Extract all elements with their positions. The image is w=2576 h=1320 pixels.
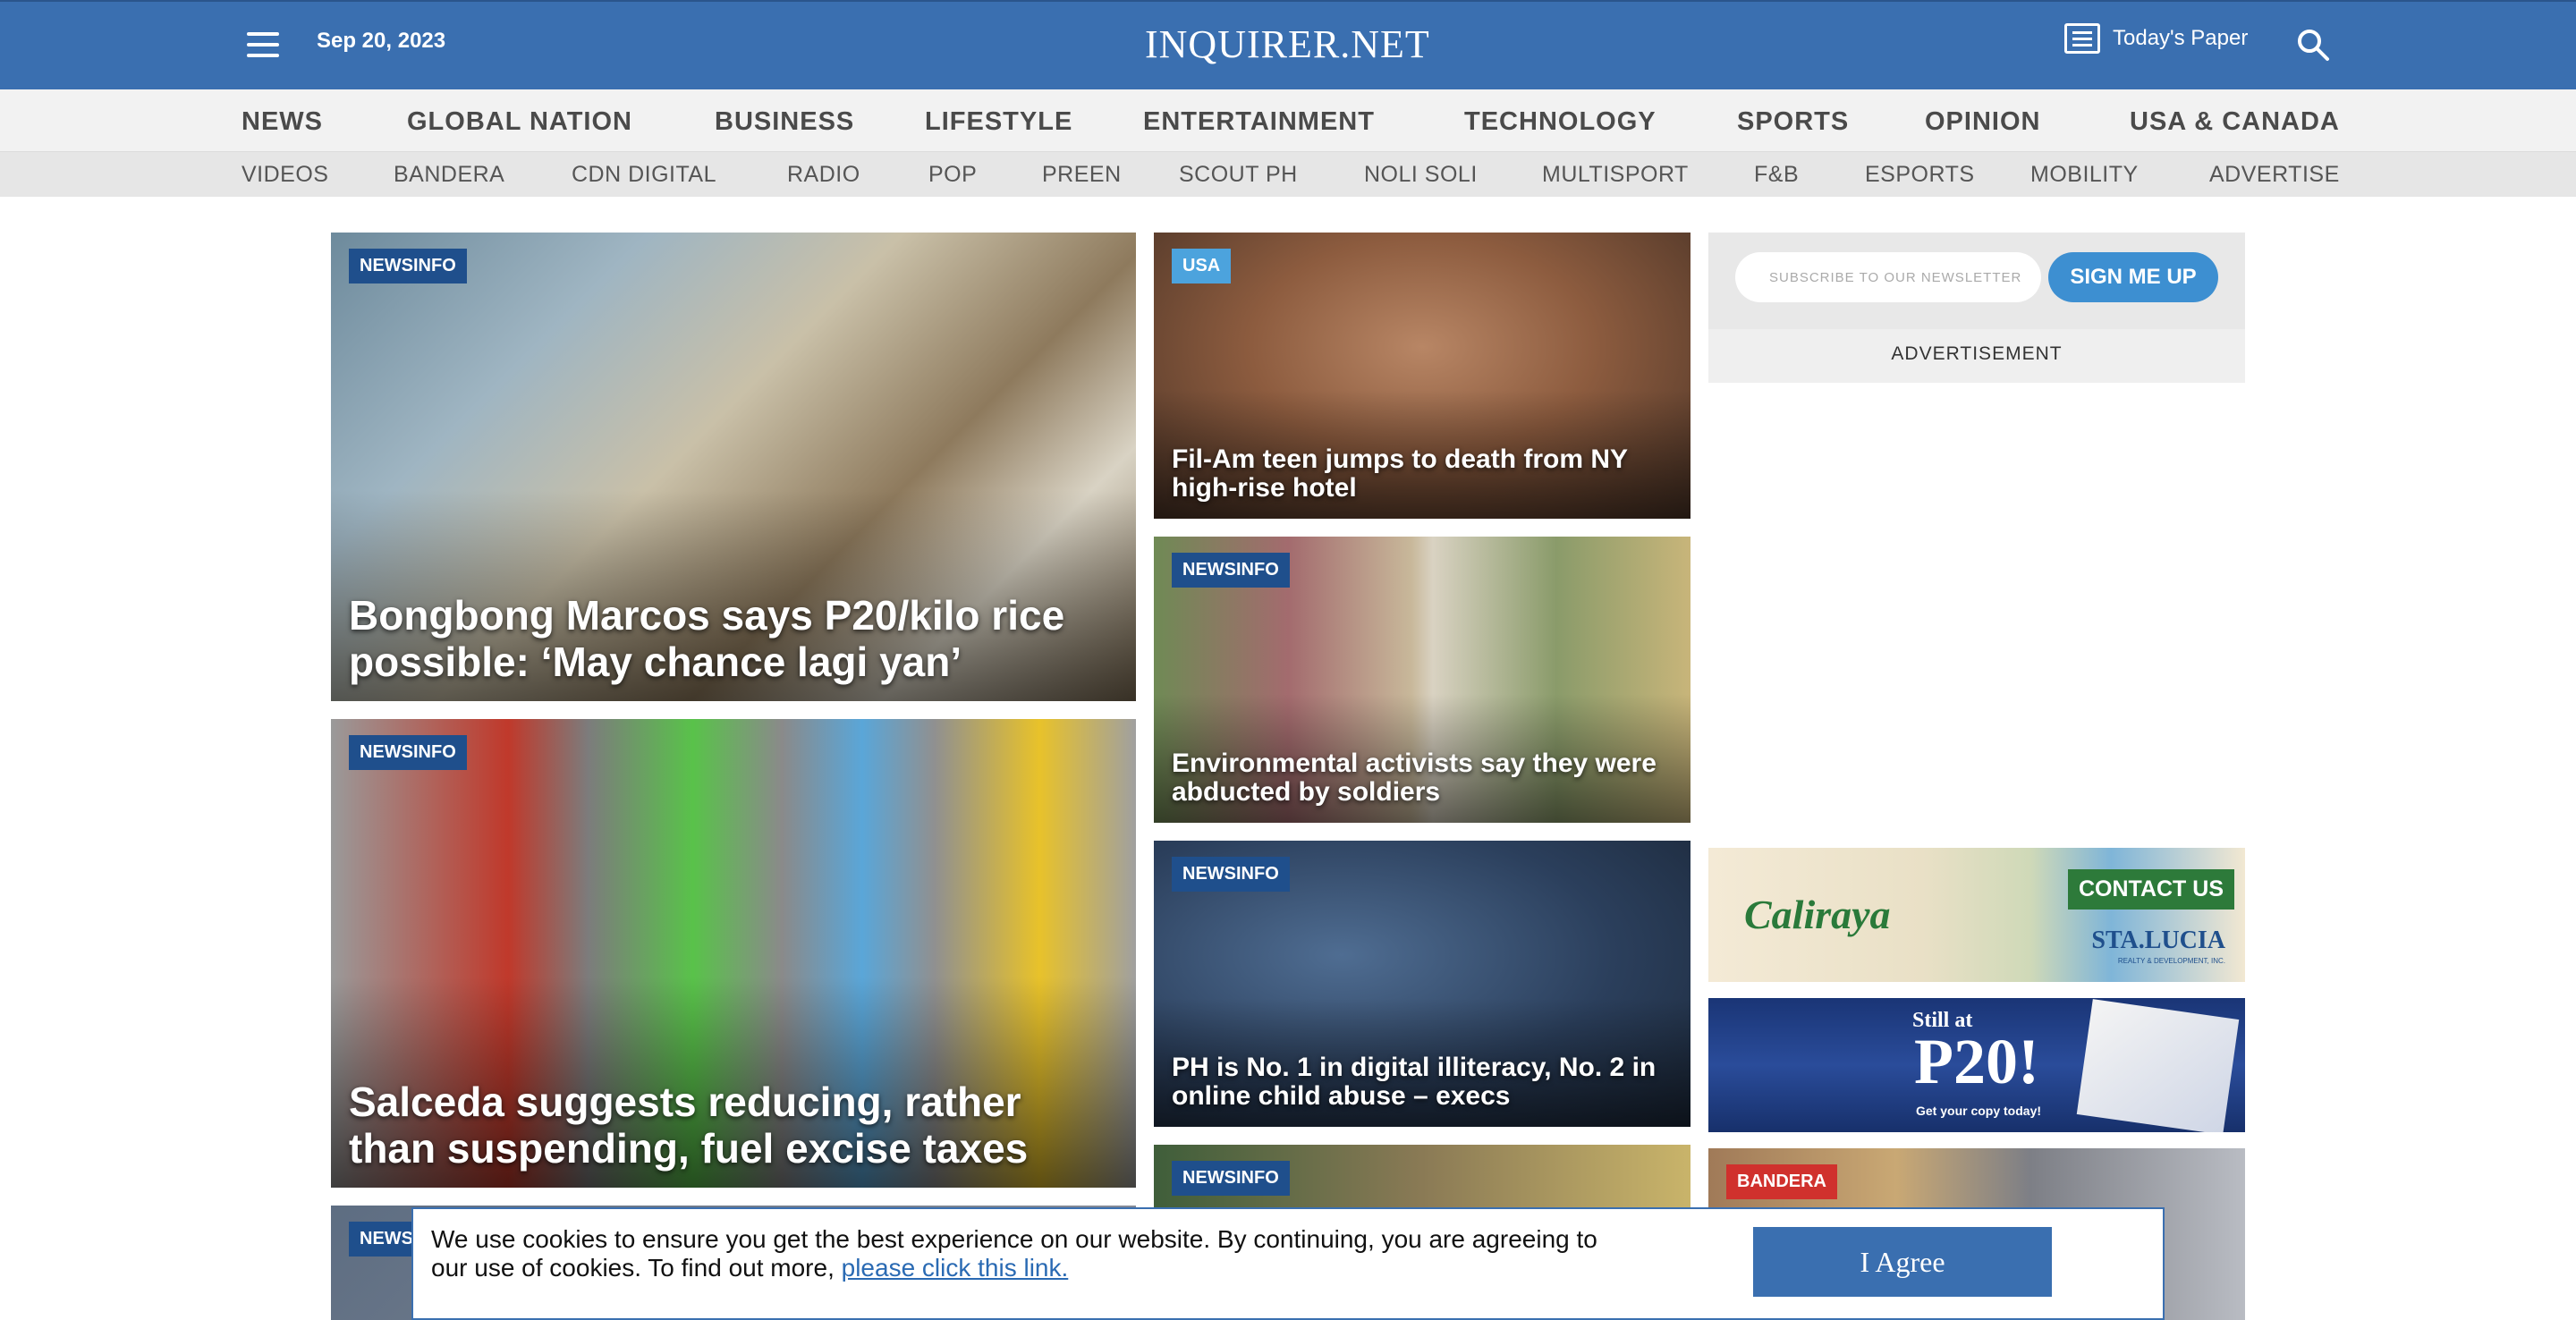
header-date: Sep 20, 2023 (317, 29, 446, 53)
story-badge[interactable]: NEWSINFO (349, 735, 467, 770)
story-badge[interactable]: NEWSINFO (1172, 553, 1290, 588)
advertisement-label: ADVERTISEMENT (1708, 329, 2245, 383)
subnav-noli-soli[interactable]: NOLI SOLI (1364, 162, 1478, 188)
nav-sports[interactable]: SPORTS (1737, 107, 1849, 137)
subnav-multisport[interactable]: MULTISPORT (1542, 162, 1689, 188)
subnav-fb[interactable]: F&B (1754, 162, 1799, 188)
nav-news[interactable]: NEWS (242, 107, 323, 137)
story-badge[interactable]: NEWSINFO (1172, 1161, 1290, 1196)
newspaper-icon (2064, 23, 2100, 54)
main-nav: NEWS GLOBAL NATION BUSINESS LIFESTYLE EN… (0, 89, 2576, 152)
story-headline[interactable]: Fil-Am teen jumps to death from NY high-… (1172, 445, 1669, 503)
subnav-bandera[interactable]: BANDERA (394, 162, 504, 188)
todays-paper-link[interactable]: Today's Paper (2064, 23, 2248, 54)
ad-brand-logo: Caliraya (1744, 892, 1891, 937)
i-agree-button[interactable]: I Agree (1753, 1227, 2052, 1297)
story-card-filam-teen[interactable]: USA Fil-Am teen jumps to death from NY h… (1154, 233, 1690, 519)
ad-newspaper-image (2076, 999, 2240, 1132)
story-badge[interactable]: NEWSINFO (1172, 857, 1290, 892)
todays-paper-label: Today's Paper (2113, 26, 2249, 50)
story-headline[interactable]: Salceda suggests reducing, rather than s… (349, 1079, 1114, 1172)
newsletter-box: SIGN ME UP ADVERTISEMENT (1708, 233, 2245, 383)
cookie-message: We use cookies to ensure you get the bes… (431, 1225, 1630, 1282)
subnav-cdn-digital[interactable]: CDN DIGITAL (572, 162, 716, 188)
story-badge[interactable]: NEWSINFO (349, 249, 467, 283)
story-headline[interactable]: Environmental activists say they were ab… (1172, 749, 1669, 807)
hamburger-menu-icon[interactable] (247, 32, 279, 57)
ad-company-sub: REALTY & DEVELOPMENT, INC. (2117, 957, 2225, 965)
story-headline[interactable]: Bongbong Marcos says P20/kilo rice possi… (349, 592, 1114, 685)
cookie-info-link[interactable]: please click this link. (842, 1254, 1069, 1282)
subnav-scout-ph[interactable]: SCOUT PH (1179, 162, 1298, 188)
story-badge[interactable]: BANDERA (1726, 1164, 1837, 1199)
subnav-pop[interactable]: POP (928, 162, 977, 188)
nav-business[interactable]: BUSINESS (715, 107, 854, 137)
story-badge[interactable]: USA (1172, 249, 1232, 283)
nav-global-nation[interactable]: GLOBAL NATION (407, 107, 632, 137)
ad-price: P20! (1914, 1026, 2039, 1097)
nav-technology[interactable]: TECHNOLOGY (1464, 107, 1657, 137)
top-bar: Sep 20, 2023 INQUIRER.NET Today's Paper (0, 0, 2576, 89)
ad-banner-sta-lucia[interactable]: Caliraya CONTACT US STA.LUCIA REALTY & D… (1708, 848, 2245, 982)
subnav-videos[interactable]: VIDEOS (242, 162, 328, 188)
story-card-digital-illiteracy[interactable]: NEWSINFO PH is No. 1 in digital illitera… (1154, 841, 1690, 1127)
story-card-fuel[interactable]: NEWSINFO Salceda suggests reducing, rath… (331, 719, 1136, 1188)
ad-contact-us[interactable]: CONTACT US (2067, 869, 2234, 910)
nav-entertainment[interactable]: ENTERTAINMENT (1143, 107, 1375, 137)
sub-nav: VIDEOS BANDERA CDN DIGITAL RADIO POP PRE… (0, 152, 2576, 197)
newsletter-email-input[interactable] (1735, 252, 2041, 302)
story-card-rice[interactable]: NEWSINFO Bongbong Marcos says P20/kilo r… (331, 233, 1136, 701)
nav-opinion[interactable]: OPINION (1925, 107, 2040, 137)
site-logo[interactable]: INQUIRER.NET (1145, 21, 1430, 67)
cookie-banner: We use cookies to ensure you get the bes… (411, 1207, 2165, 1320)
subnav-mobility[interactable]: MOBILITY (2030, 162, 2139, 188)
sign-me-up-button[interactable]: SIGN ME UP (2048, 252, 2218, 302)
nav-usa-canada[interactable]: USA & CANADA (2130, 107, 2340, 137)
story-card-activists[interactable]: NEWSINFO Environmental activists say the… (1154, 537, 1690, 823)
ad-get-copy: Get your copy today! (1916, 1104, 2042, 1118)
subnav-advertise[interactable]: ADVERTISE (2209, 162, 2340, 188)
ad-company-name: STA.LUCIA (2091, 927, 2225, 954)
ad-banner-p20-paper[interactable]: Still at P20! Get your copy today! (1708, 998, 2245, 1132)
story-headline[interactable]: PH is No. 1 in digital illiteracy, No. 2… (1172, 1053, 1669, 1111)
subnav-preen[interactable]: PREEN (1042, 162, 1122, 188)
nav-lifestyle[interactable]: LIFESTYLE (925, 107, 1072, 137)
search-icon[interactable] (2295, 27, 2331, 63)
subnav-radio[interactable]: RADIO (787, 162, 860, 188)
subnav-esports[interactable]: ESPORTS (1865, 162, 1975, 188)
